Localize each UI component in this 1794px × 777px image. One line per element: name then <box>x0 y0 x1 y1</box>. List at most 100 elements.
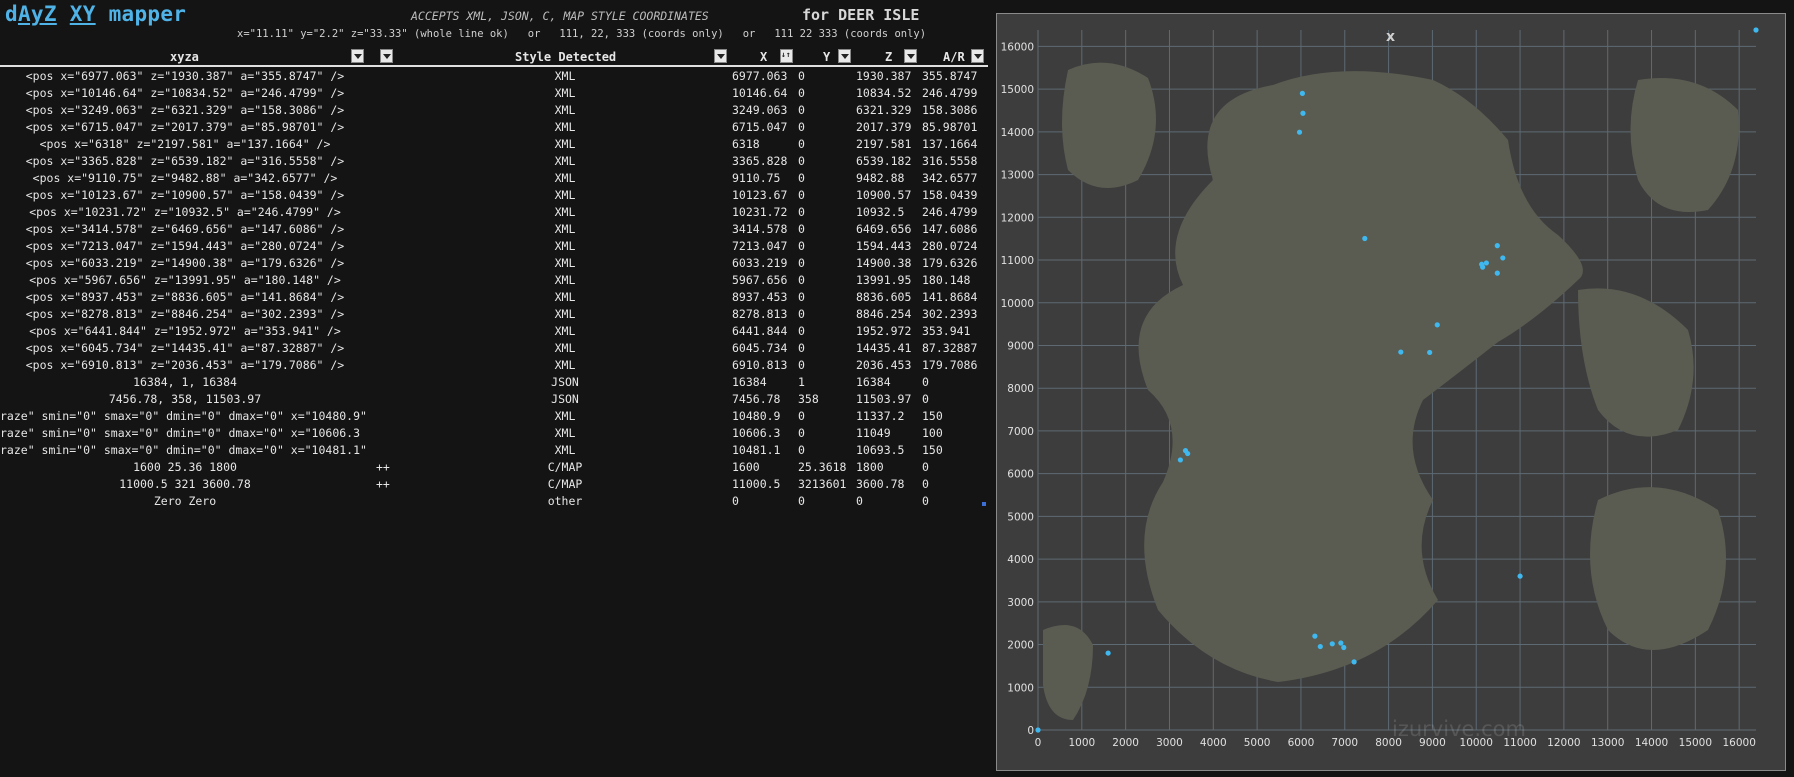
cell-y[interactable]: 0 <box>798 255 805 272</box>
cell-y[interactable]: 0 <box>798 306 805 323</box>
table-row[interactable]: <pos x="6441.844" z="1952.972" a="353.94… <box>0 323 990 340</box>
cell-xyza[interactable]: <pos x="7213.047" z="1594.443" a="280.07… <box>0 238 370 255</box>
cell-xyza[interactable]: <pos x="6045.734" z="14435.41" a="87.328… <box>0 340 370 357</box>
cell-xyza[interactable]: <pos x="3365.828" z="6539.182" a="316.55… <box>0 153 370 170</box>
cell-ar[interactable]: 280.0724 <box>922 238 977 255</box>
cell-ar[interactable]: 87.32887 <box>922 340 977 357</box>
map-point[interactable] <box>1338 640 1344 646</box>
cell-x[interactable]: 6715.047 <box>732 119 787 136</box>
cell-ar[interactable]: 246.4799 <box>922 204 977 221</box>
cell-y[interactable]: 25.3618 <box>798 459 846 476</box>
cell-x[interactable]: 3365.828 <box>732 153 787 170</box>
cell-style[interactable]: XML <box>520 255 610 272</box>
selection-handle[interactable] <box>982 502 986 506</box>
table-row[interactable]: <pos x="7213.047" z="1594.443" a="280.07… <box>0 238 990 255</box>
map-point[interactable] <box>1494 243 1500 249</box>
table-row[interactable]: <pos x="6045.734" z="14435.41" a="87.328… <box>0 340 990 357</box>
cell-style[interactable]: XML <box>520 323 610 340</box>
cell-ar[interactable]: 158.3086 <box>922 102 977 119</box>
cell-y[interactable]: 0 <box>798 85 805 102</box>
cell-ar[interactable]: 316.5558 <box>922 153 977 170</box>
map-point[interactable] <box>1753 27 1759 33</box>
cell-xyza[interactable]: Zero Zero <box>0 493 370 510</box>
cell-z[interactable]: 1930.387 <box>856 68 911 85</box>
cell-x[interactable]: 8278.813 <box>732 306 787 323</box>
cell-y[interactable]: 0 <box>798 289 805 306</box>
cell-z[interactable]: 16384 <box>856 374 891 391</box>
table-row[interactable]: <pos x="5967.656" z="13991.95" a="180.14… <box>0 272 990 289</box>
cell-x[interactable]: 10481.1 <box>732 442 780 459</box>
table-row[interactable]: <pos x="3249.063" z="6321.329" a="158.30… <box>0 102 990 119</box>
cell-x[interactable]: 10123.67 <box>732 187 787 204</box>
cell-style[interactable]: XML <box>520 153 610 170</box>
cell-x[interactable]: 6045.734 <box>732 340 787 357</box>
cell-z[interactable]: 10900.57 <box>856 187 911 204</box>
cell-x[interactable]: 6318 <box>732 136 760 153</box>
cell-ar[interactable]: 150 <box>922 408 943 425</box>
cell-ar[interactable]: 137.1664 <box>922 136 977 153</box>
cell-style[interactable]: XML <box>520 187 610 204</box>
cell-y[interactable]: 358 <box>798 391 819 408</box>
map-point[interactable] <box>1185 450 1191 457</box>
cell-x[interactable]: 10231.72 <box>732 204 787 221</box>
cell-y[interactable]: 0 <box>798 170 805 187</box>
cell-ar[interactable]: 246.4799 <box>922 85 977 102</box>
cell-style[interactable]: XML <box>520 119 610 136</box>
cell-x[interactable]: 6441.844 <box>732 323 787 340</box>
cell-ar[interactable]: 0 <box>922 459 929 476</box>
cell-style[interactable]: XML <box>520 306 610 323</box>
cell-style[interactable]: XML <box>520 136 610 153</box>
cell-ar[interactable]: 0 <box>922 391 929 408</box>
table-row[interactable]: Zero Zero other 0 0 0 0 <box>0 493 990 510</box>
table-row[interactable]: 1600 25.36 1800 ++ C/MAP 1600 25.3618 1800 0 <box>0 459 990 476</box>
map-point[interactable] <box>1483 260 1489 266</box>
table-row[interactable]: 7456.78, 358, 11503.97 JSON 7456.78 358 1150… <box>0 391 990 408</box>
cell-x[interactable]: 16384 <box>732 374 767 391</box>
cell-style[interactable]: XML <box>520 272 610 289</box>
cell-style[interactable]: JSON <box>520 391 610 408</box>
cell-x[interactable]: 9110.75 <box>732 170 780 187</box>
cell-ar[interactable]: 179.7086 <box>922 357 977 374</box>
filter-dropdown-z[interactable] <box>904 49 917 63</box>
cell-ar[interactable]: 302.2393 <box>922 306 977 323</box>
cell-ar[interactable]: 147.6086 <box>922 221 977 238</box>
map-point[interactable] <box>1351 659 1357 665</box>
cell-xyza[interactable]: <pos x="6977.063" z="1930.387" a="355.87… <box>0 68 370 85</box>
cell-xyza[interactable]: <pos x="10123.67" z="10900.57" a="158.04… <box>0 187 370 204</box>
cell-style[interactable]: XML <box>520 357 610 374</box>
cell-y[interactable]: 0 <box>798 119 805 136</box>
cell-y[interactable]: 0 <box>798 442 805 459</box>
cell-xyza[interactable]: <pos x="9110.75" z="9482.88" a="342.6577… <box>0 170 370 187</box>
cell-z[interactable]: 14435.41 <box>856 340 911 357</box>
cell-style[interactable]: C/MAP <box>520 476 610 493</box>
cell-xyza[interactable]: <pos x="5967.656" z="13991.95" a="180.14… <box>0 272 370 289</box>
cell-y[interactable]: 0 <box>798 221 805 238</box>
cell-xyza[interactable]: 16384, 1, 16384 <box>0 374 370 391</box>
cell-flag[interactable]: ++ <box>376 476 390 493</box>
cell-z[interactable]: 10693.5 <box>856 442 904 459</box>
cell-z[interactable]: 3600.78 <box>856 476 904 493</box>
cell-z[interactable]: 2197.581 <box>856 136 911 153</box>
map-point[interactable] <box>1341 644 1347 651</box>
map-point[interactable] <box>1500 255 1506 261</box>
cell-ar[interactable]: 150 <box>922 442 943 459</box>
cell-ar[interactable]: 85.98701 <box>922 119 977 136</box>
map-point[interactable] <box>1299 90 1305 96</box>
table-row[interactable]: <pos x="6715.047" z="2017.379" a="85.987… <box>0 119 990 136</box>
cell-y[interactable]: 0 <box>798 493 805 510</box>
cell-ar[interactable]: 355.8747 <box>922 68 977 85</box>
cell-x[interactable]: 5967.656 <box>732 272 787 289</box>
cell-style[interactable]: XML <box>520 170 610 187</box>
cell-x[interactable]: 10146.64 <box>732 85 787 102</box>
map-point[interactable] <box>1312 633 1318 639</box>
cell-z[interactable]: 8846.254 <box>856 306 911 323</box>
map-point[interactable] <box>1035 727 1041 733</box>
cell-style[interactable]: C/MAP <box>520 459 610 476</box>
cell-xyza[interactable]: raze" smin="0" smax="0" dmin="0" dmax="0… <box>0 408 395 425</box>
table-row[interactable]: <pos x="8278.813" z="8846.254" a="302.23… <box>0 306 990 323</box>
table-row[interactable]: <pos x="3365.828" z="6539.182" a="316.55… <box>0 153 990 170</box>
filter-dropdown-ar[interactable] <box>971 49 984 63</box>
cell-xyza[interactable]: <pos x="10231.72" z="10932.5" a="246.479… <box>0 204 370 221</box>
cell-xyza[interactable]: <pos x="6910.813" z="2036.453" a="179.70… <box>0 357 370 374</box>
cell-x[interactable]: 6977.063 <box>732 68 787 85</box>
